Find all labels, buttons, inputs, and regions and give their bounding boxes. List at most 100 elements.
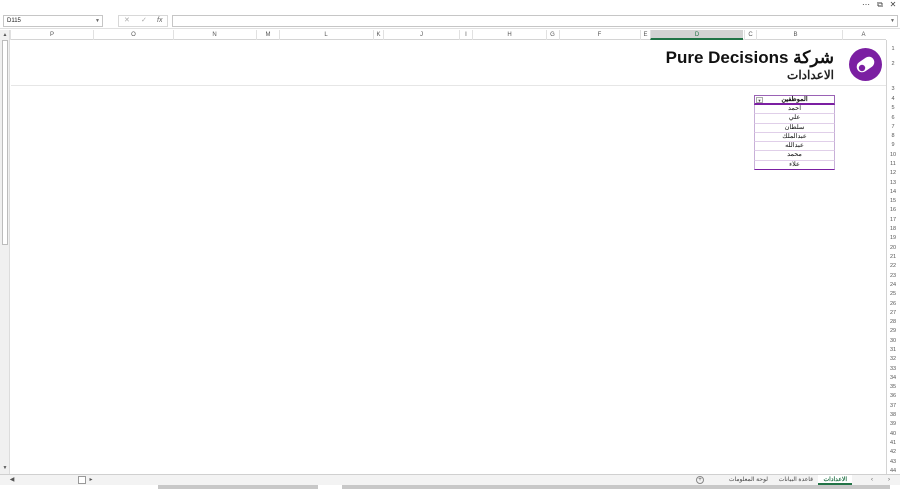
row-header-20[interactable]: 20 <box>886 245 900 251</box>
row-header-26[interactable]: 26 <box>886 301 900 307</box>
column-header-e[interactable]: E <box>640 30 650 40</box>
row-header-34[interactable]: 34 <box>886 375 900 381</box>
row-header-9[interactable]: 9 <box>886 142 900 148</box>
row-header-4[interactable]: 4 <box>886 96 900 102</box>
column-header-c[interactable]: C <box>744 30 756 40</box>
confirm-icon[interactable]: ✓ <box>141 16 147 26</box>
row-headers: 1 2 3 4 5 6 7 8 9 10 11 12 13 14 15 16 17 18 19 20 21 22 23 24 2… <box>886 40 900 474</box>
vertical-scroll-thumb[interactable] <box>2 40 8 245</box>
row-header-2[interactable]: 2 <box>886 61 900 67</box>
row-header-41[interactable]: 41 <box>886 440 900 446</box>
row-header-23[interactable]: 23 <box>886 273 900 279</box>
name-box-dropdown-icon[interactable]: ▼ <box>95 16 100 26</box>
formula-buttons: ✕ ✓ fx <box>118 15 168 27</box>
column-header-m[interactable]: M <box>256 30 279 40</box>
column-header-p[interactable]: P <box>10 30 93 40</box>
column-header-n[interactable]: N <box>173 30 255 40</box>
row-header-3[interactable]: 3 <box>886 86 900 92</box>
column-header-j[interactable]: J <box>383 30 459 40</box>
sheet-tab-3[interactable]: لوحة المعلومات <box>721 475 773 485</box>
column-header-i[interactable]: I <box>459 30 472 40</box>
row-header-21[interactable]: 21 <box>886 254 900 260</box>
page-title: شركة Pure Decisions <box>665 48 834 67</box>
row-header-6[interactable]: 6 <box>886 115 900 121</box>
row-header-10[interactable]: 10 <box>886 152 900 158</box>
row-header-31[interactable]: 31 <box>886 347 900 353</box>
row-header-5[interactable]: 5 <box>886 105 900 111</box>
column-header-g[interactable]: G <box>546 30 558 40</box>
row-header-7[interactable]: 7 <box>886 124 900 130</box>
row-header-19[interactable]: 19 <box>886 235 900 241</box>
employee-row[interactable]: محمد <box>754 151 835 161</box>
formula-bar: D115 ▼ ✕ ✓ fx ▼ <box>0 12 900 29</box>
row-header-28[interactable]: 28 <box>886 319 900 325</box>
row-header-43[interactable]: 43 <box>886 459 900 465</box>
row-header-38[interactable]: 38 <box>886 412 900 418</box>
row-header-18[interactable]: 18 <box>886 226 900 232</box>
row-header-11[interactable]: 11 <box>886 161 900 167</box>
row-header-37[interactable]: 37 <box>886 403 900 409</box>
employees-header-label: الموظفين <box>781 96 808 103</box>
row-header-14[interactable]: 14 <box>886 189 900 195</box>
select-all-corner[interactable] <box>886 30 900 40</box>
close-window-icon[interactable]: ✕ <box>887 0 899 11</box>
column-header-l[interactable]: L <box>279 30 372 40</box>
row-header-35[interactable]: 35 <box>886 384 900 390</box>
column-header-d[interactable]: D <box>650 30 743 40</box>
restore-window-icon[interactable]: ⧉ <box>874 0 886 11</box>
row-header-13[interactable]: 13 <box>886 180 900 186</box>
employee-row[interactable]: احمد <box>754 105 835 115</box>
row-header-12[interactable]: 12 <box>886 170 900 176</box>
insert-function-icon[interactable]: fx <box>157 16 162 26</box>
name-box[interactable]: D115 ▼ <box>3 15 103 27</box>
row-header-8[interactable]: 8 <box>886 133 900 139</box>
expand-formula-bar-icon[interactable]: ▼ <box>890 16 895 26</box>
sheet-tab-2[interactable]: قاعدة البيانات <box>774 475 818 485</box>
column-header-o[interactable]: O <box>93 30 173 40</box>
scroll-up-icon[interactable]: ▲ <box>1 31 9 39</box>
row-header-15[interactable]: 15 <box>886 198 900 204</box>
filter-dropdown-icon[interactable]: ▼ <box>756 97 763 103</box>
spreadsheet-app: ⋯ ⧉ ✕ D115 ▼ ✕ ✓ fx ▼ ABCDEFGHIJKLMNOP ▲… <box>0 0 900 490</box>
employee-row[interactable]: علاء <box>754 160 835 171</box>
horizontal-scroll-track[interactable] <box>342 485 890 489</box>
more-options-icon[interactable]: ⋯ <box>860 0 872 11</box>
add-sheet-button[interactable]: + <box>696 476 704 484</box>
employee-row[interactable]: عبدالله <box>754 142 835 152</box>
formula-input[interactable]: ▼ <box>172 15 898 27</box>
row-header-17[interactable]: 17 <box>886 217 900 223</box>
row-header-40[interactable]: 40 <box>886 431 900 437</box>
row-header-25[interactable]: 25 <box>886 291 900 297</box>
horizontal-scroll-thumb[interactable] <box>158 485 318 489</box>
page-layout-view-icon[interactable]: ▸ <box>87 476 95 484</box>
worksheet-grid[interactable]: شركة Pure Decisions الاعدادات ▼ الموظفين… <box>11 40 886 474</box>
scroll-tabs-next-icon[interactable]: › <box>885 476 893 484</box>
employee-row[interactable]: علي <box>754 114 835 124</box>
row-header-16[interactable]: 16 <box>886 207 900 213</box>
scroll-tabs-left-icon[interactable]: ◀ <box>8 476 16 484</box>
scroll-tabs-prev-icon[interactable]: ‹ <box>868 476 876 484</box>
row-header-30[interactable]: 30 <box>886 338 900 344</box>
row-header-32[interactable]: 32 <box>886 356 900 362</box>
employee-row[interactable]: عبدالملك <box>754 132 835 143</box>
column-header-f[interactable]: F <box>559 30 639 40</box>
row-header-29[interactable]: 29 <box>886 328 900 334</box>
row-header-24[interactable]: 24 <box>886 282 900 288</box>
column-header-a[interactable]: A <box>842 30 884 40</box>
row-header-22[interactable]: 22 <box>886 263 900 269</box>
column-header-h[interactable]: H <box>472 30 546 40</box>
row-header-27[interactable]: 27 <box>886 310 900 316</box>
sheet-tab-1[interactable]: الاعدادات <box>818 475 852 485</box>
employee-row[interactable]: سلطان <box>754 123 835 133</box>
row-header-1[interactable]: 1 <box>886 46 900 52</box>
vertical-scrollbar[interactable]: ▲ ▼ <box>0 30 10 474</box>
row-header-33[interactable]: 33 <box>886 366 900 372</box>
column-header-b[interactable]: B <box>756 30 834 40</box>
column-header-k[interactable]: K <box>373 30 383 40</box>
scroll-down-icon[interactable]: ▼ <box>1 464 9 472</box>
cancel-icon[interactable]: ✕ <box>124 16 130 26</box>
row-header-36[interactable]: 36 <box>886 393 900 399</box>
row-header-42[interactable]: 42 <box>886 449 900 455</box>
row-header-39[interactable]: 39 <box>886 421 900 427</box>
normal-view-icon[interactable] <box>78 476 86 484</box>
